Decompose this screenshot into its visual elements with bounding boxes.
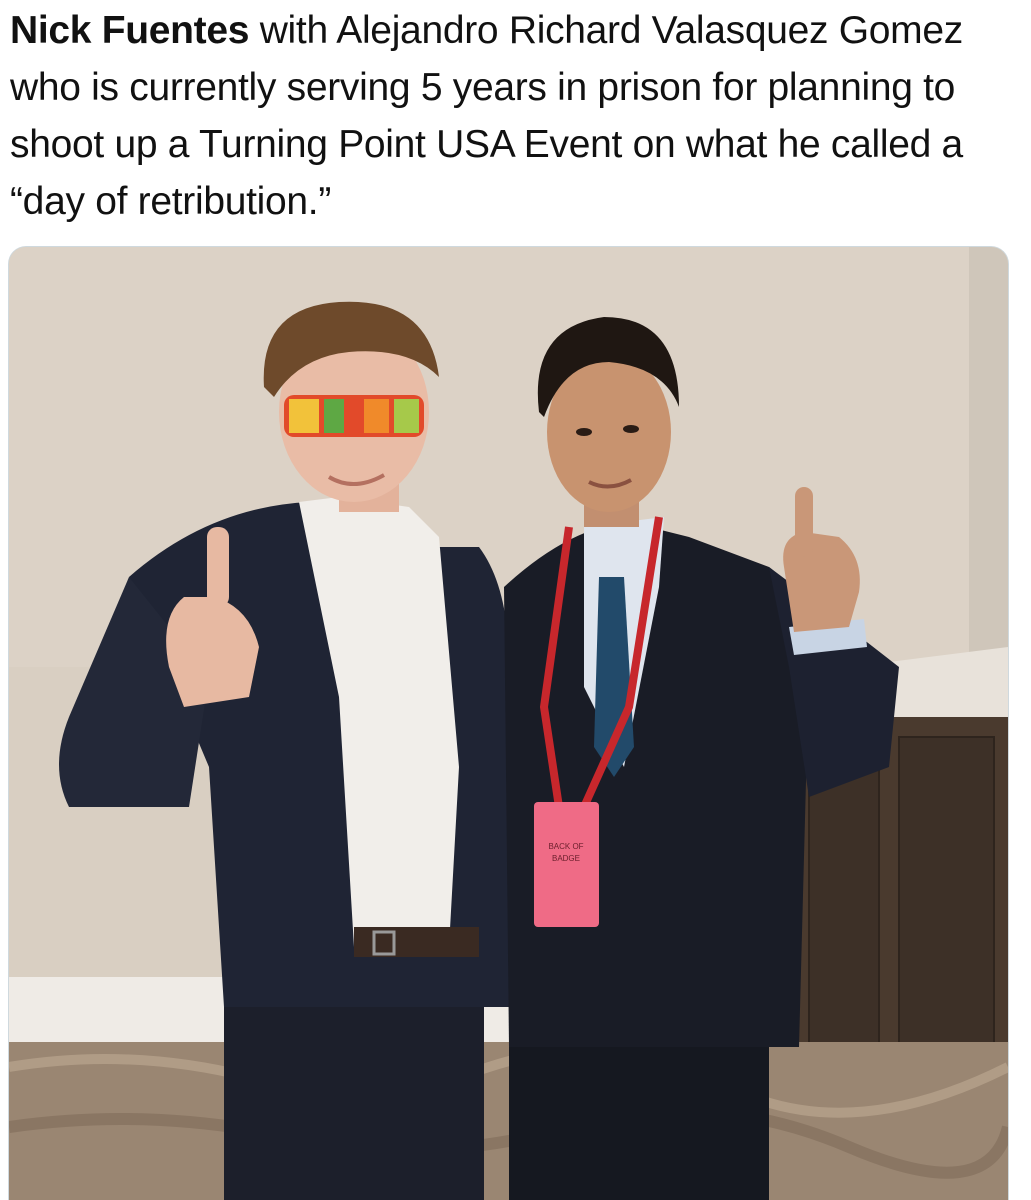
post-photo[interactable]: BACK OF BADGE	[8, 246, 1009, 1200]
post-text: Nick Fuentes with Alejandro Richard Vala…	[10, 2, 1020, 230]
badge-text-line2: BADGE	[552, 854, 580, 863]
post-author[interactable]: Nick Fuentes	[10, 9, 249, 52]
post: Nick Fuentes with Alejandro Richard Vala…	[0, 0, 1031, 1200]
photo-illustration: BACK OF BADGE	[9, 247, 1008, 1200]
badge-text-line1: BACK OF	[548, 842, 583, 851]
